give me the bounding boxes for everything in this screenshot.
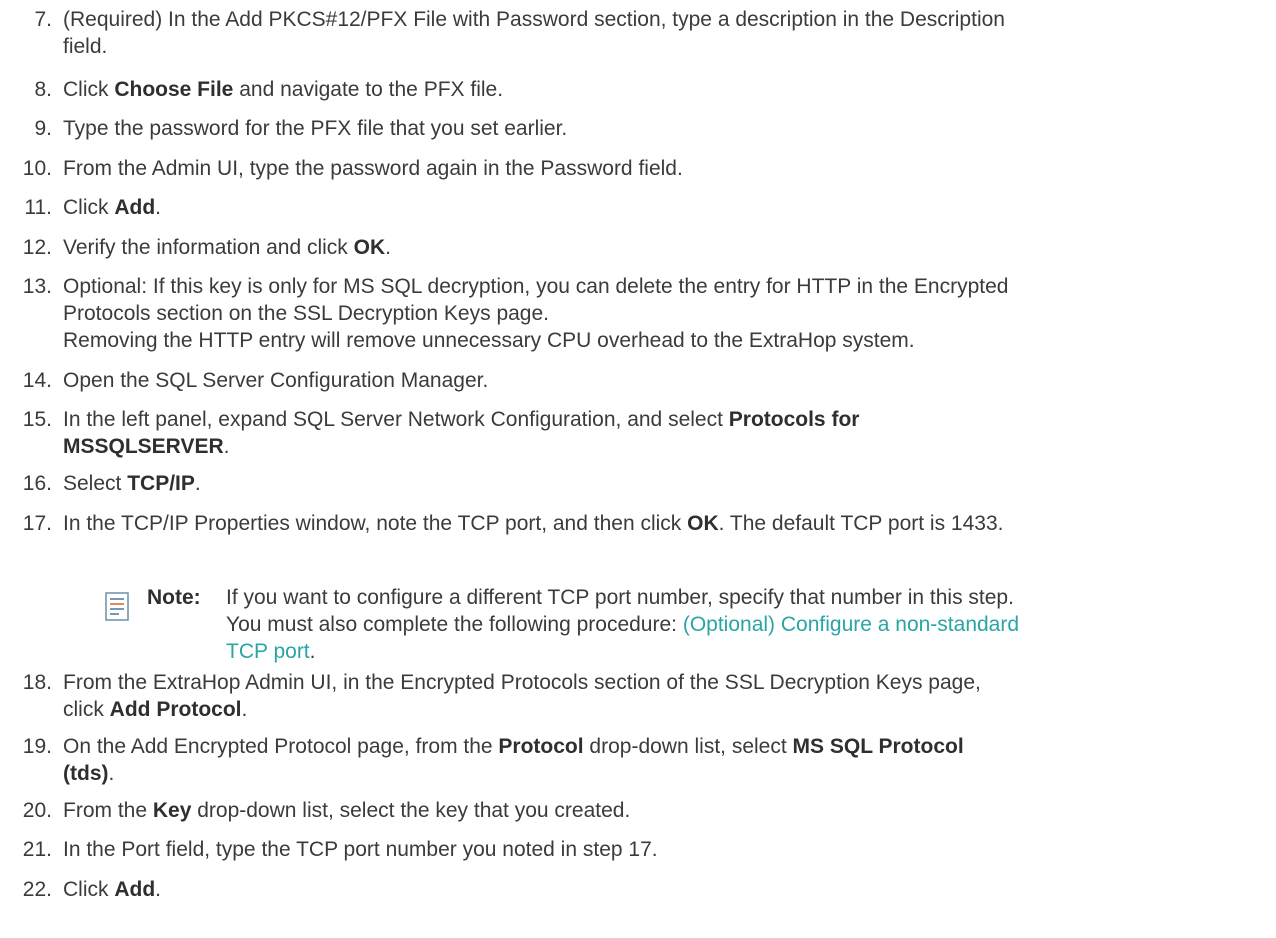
step-number: 18.: [22, 671, 52, 694]
step-number: 7.: [34, 8, 52, 31]
step-number: 16.: [22, 472, 52, 495]
step-text: From the ExtraHop Admin UI, in the Encry…: [63, 671, 981, 721]
step-number: 13.: [22, 275, 52, 298]
step-text: From the Key drop-down list, select the …: [63, 799, 631, 822]
step-text: On the Add Encrypted Protocol page, from…: [63, 735, 964, 785]
configure-port-link[interactable]: (Optional) Configure a non-standard: [683, 613, 1019, 636]
step-number: 8.: [34, 78, 52, 101]
step-text: (Required) In the Add PKCS#12/PFX File w…: [63, 8, 1005, 58]
step-number: 21.: [22, 838, 52, 861]
step-number: 22.: [22, 878, 52, 901]
step-number: 15.: [22, 408, 52, 431]
step-number: 14.: [22, 369, 52, 392]
step-number: 19.: [22, 735, 52, 758]
step-number: 12.: [22, 236, 52, 259]
step-text: Click Add.: [63, 196, 162, 219]
configure-port-link-continued[interactable]: TCP port: [226, 640, 310, 663]
step-text: In the left panel, expand SQL Server Net…: [63, 408, 860, 458]
step-number: 9.: [34, 117, 52, 140]
step-text: Type the password for the PFX file that …: [63, 117, 568, 140]
step-text: Click Add.: [63, 878, 162, 901]
step-text: Select TCP/IP.: [63, 472, 201, 495]
step-text: In the TCP/IP Properties window, note th…: [63, 512, 1004, 535]
note-label: Note:: [147, 586, 201, 609]
step-text: Optional: If this key is only for MS SQL…: [63, 275, 1009, 352]
step-text: In the Port field, type the TCP port num…: [63, 838, 658, 861]
step-text: Verify the information and click OK.: [63, 236, 391, 259]
step-text: From the Admin UI, type the password aga…: [63, 157, 683, 180]
step-number: 17.: [22, 512, 52, 535]
note-body: If you want to configure a different TCP…: [226, 586, 1020, 663]
step-number: 11.: [24, 196, 52, 219]
note-icon: [105, 592, 129, 621]
step-text: Click Choose File and navigate to the PF…: [63, 78, 504, 101]
step-number: 20.: [22, 799, 52, 822]
step-number: 10.: [22, 157, 52, 180]
step-text: Open the SQL Server Configuration Manage…: [63, 369, 489, 392]
